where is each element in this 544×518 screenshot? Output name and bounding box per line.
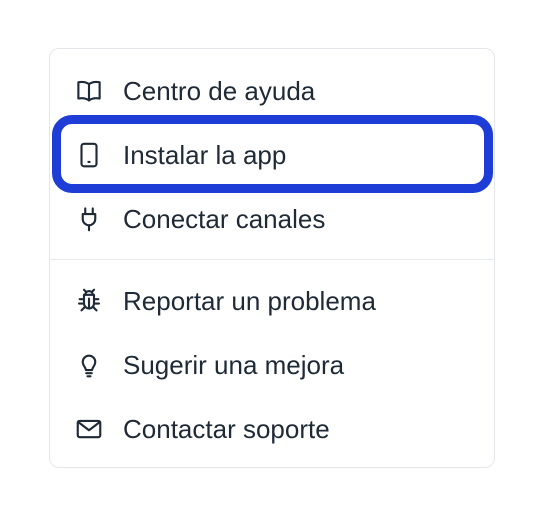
menu-item-contactar-soporte[interactable]: Contactar soporte [50,403,494,455]
menu-item-centro-de-ayuda[interactable]: Centro de ayuda [50,65,494,117]
book-open-icon [74,76,104,106]
menu-item-label: Reportar un problema [123,286,376,316]
menu-item-label: Contactar soporte [123,414,330,444]
menu-item-label: Sugerir una mejora [123,350,345,380]
menu-item-conectar-canales[interactable]: Conectar canales [50,193,494,245]
menu-item-instalar-la-app[interactable]: Instalar la app [50,129,494,181]
mobile-device-icon [74,140,104,170]
menu-item-label: Conectar canales [123,204,326,234]
menu-item-label: Instalar la app [123,140,287,170]
menu-item-label: Centro de ayuda [123,76,316,106]
bug-icon [74,286,104,316]
plug-icon [74,204,104,234]
menu-item-reportar-un-problema[interactable]: Reportar un problema [50,275,494,327]
help-menu: Centro de ayuda Instalar la app Conectar… [49,48,495,468]
lightbulb-icon [74,350,104,380]
envelope-icon [74,414,104,444]
menu-item-sugerir-una-mejora[interactable]: Sugerir una mejora [50,339,494,391]
menu-divider [50,259,494,260]
